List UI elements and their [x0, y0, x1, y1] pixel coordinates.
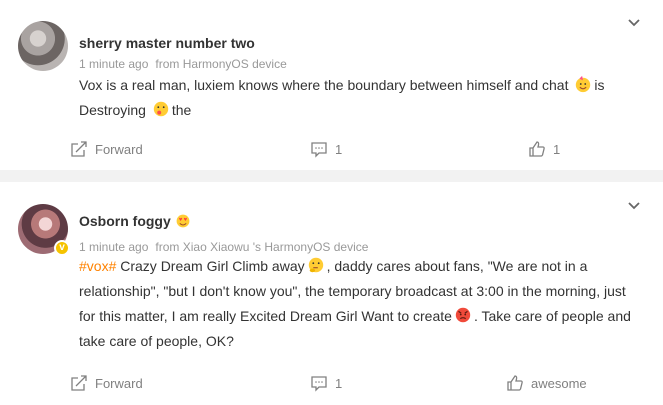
- forward-button[interactable]: Forward: [70, 374, 143, 392]
- post-actions: Forward 1 awesome: [0, 374, 663, 394]
- heart-eyes-emoji-icon: [176, 214, 190, 228]
- post-source: from Xiao Xiaowu 's HarmonyOS device: [155, 240, 369, 254]
- user-name[interactable]: Osborn foggy: [79, 213, 191, 229]
- post-meta: 1 minute ago from HarmonyOS device: [79, 57, 287, 71]
- like-button[interactable]: awesome: [506, 374, 587, 392]
- comment-icon: [311, 142, 327, 158]
- post-actions: Forward 1 1: [0, 140, 663, 160]
- verified-badge: v: [54, 240, 70, 256]
- comment-button[interactable]: 1: [310, 374, 342, 392]
- comment-icon: [311, 376, 327, 392]
- share-icon: [71, 141, 87, 157]
- topic-link[interactable]: #vox#: [79, 258, 116, 274]
- post-source: from HarmonyOS device: [155, 57, 287, 71]
- post-time: 1 minute ago: [79, 57, 149, 71]
- thumbs-up-icon: [507, 375, 523, 391]
- share-icon: [71, 375, 87, 391]
- angry-face-emoji-icon: [455, 307, 471, 323]
- post-text: #vox# Crazy Dream Girl Climb away , dadd…: [79, 257, 631, 349]
- party-face-emoji-icon: [576, 75, 591, 93]
- user-name[interactable]: sherry master number two: [79, 35, 255, 51]
- post-card: sherry master number two 1 minute ago fro…: [0, 0, 663, 170]
- comment-button[interactable]: 1: [310, 140, 342, 158]
- post-text: Vox is a real man, luxiem knows where th…: [79, 75, 605, 118]
- like-button[interactable]: 1: [528, 140, 560, 158]
- post-time: 1 minute ago: [79, 240, 149, 254]
- post-meta: 1 minute ago from Xiao Xiaowu 's HarmonyO…: [79, 240, 368, 254]
- thumbs-up-icon: [529, 141, 545, 157]
- kiss-face-emoji-icon: [153, 101, 169, 117]
- thinking-face-emoji-icon: [308, 257, 323, 273]
- chevron-down-icon[interactable]: [627, 18, 641, 28]
- forward-button[interactable]: Forward: [70, 140, 143, 158]
- avatar[interactable]: [18, 21, 68, 71]
- chevron-down-icon[interactable]: [627, 201, 641, 211]
